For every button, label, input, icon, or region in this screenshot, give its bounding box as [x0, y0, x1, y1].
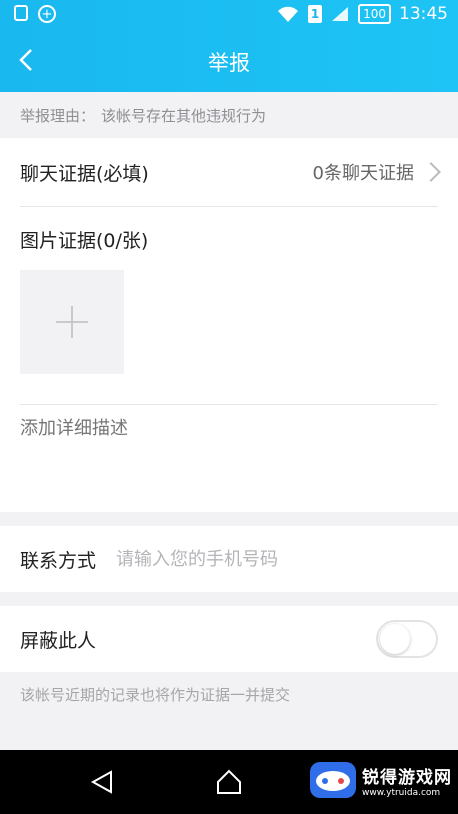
block-label: 屏蔽此人: [20, 629, 97, 652]
image-evidence-row: 图片证据(0/张): [20, 226, 438, 252]
chat-evidence-row[interactable]: 聊天证据(必填) 0条聊天证据: [20, 138, 441, 207]
plus-icon: [56, 306, 88, 338]
plus-circle-icon: +: [38, 5, 56, 23]
watermark: 锐得游戏网 www.ytruida.com: [310, 762, 452, 798]
chat-evidence-label: 聊天证据(必填): [20, 162, 149, 185]
watermark-url: www.ytruida.com: [362, 787, 441, 798]
watermark-name: 锐得游戏网: [362, 767, 452, 788]
triangle-back-icon: [90, 770, 112, 794]
chevron-right-icon: [421, 162, 441, 182]
reason-label: 举报理由：: [20, 106, 96, 125]
chat-evidence-count: 0条聊天证据: [312, 163, 414, 184]
block-card: 屏蔽此人: [0, 606, 458, 672]
image-evidence-label: 图片证据(0/张): [20, 229, 149, 252]
wifi-icon: [278, 6, 299, 22]
top-bar: + 1 100 13:45 举报: [0, 0, 458, 92]
block-toggle[interactable]: [376, 620, 438, 658]
home-icon: [217, 769, 241, 794]
contact-card: 联系方式: [0, 526, 458, 592]
sim-card-icon: [14, 5, 28, 21]
phone-input[interactable]: [114, 547, 438, 571]
battery-indicator: 100: [358, 4, 391, 24]
gamepad-logo-icon: [310, 762, 356, 798]
status-bar: + 1 100 13:45: [0, 0, 458, 30]
reason-value: 该帐号存在其他违规行为: [101, 106, 267, 125]
toggle-knob: [380, 624, 410, 654]
evidence-note: 该帐号近期的记录也将作为证据一并提交: [20, 686, 291, 704]
evidence-card: 聊天证据(必填) 0条聊天证据 图片证据(0/张): [0, 138, 458, 512]
nav-back-button[interactable]: [80, 762, 124, 802]
page-title: 举报: [208, 51, 250, 75]
description-input[interactable]: [20, 414, 438, 494]
contact-label: 联系方式: [20, 549, 97, 572]
signal-icon: [332, 7, 349, 21]
navigation-bar: 锐得游戏网 www.ytruida.com: [0, 750, 458, 814]
clock: 13:45: [399, 4, 448, 24]
nav-home-button[interactable]: [207, 762, 251, 802]
report-reason: 举报理由： 该帐号存在其他违规行为: [0, 92, 458, 138]
header: 举报: [0, 30, 458, 92]
divider: [20, 404, 438, 405]
sim-slot-badge: 1: [308, 5, 323, 23]
block-row: 屏蔽此人: [20, 606, 438, 672]
contact-row: 联系方式: [20, 526, 438, 592]
add-image-button[interactable]: [20, 270, 124, 374]
